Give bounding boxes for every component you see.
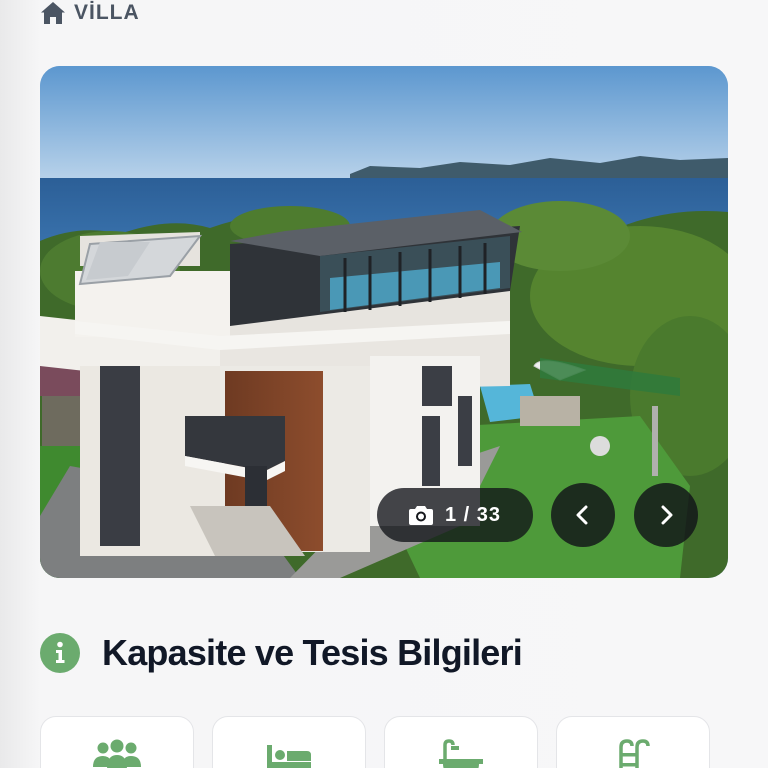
breadcrumb[interactable]: VİLLA — [40, 0, 140, 26]
info-icon — [40, 633, 80, 673]
photo-gallery[interactable]: 1 / 33 — [40, 66, 728, 578]
photo-counter: 1 / 33 — [377, 488, 533, 542]
feature-card-bedrooms[interactable] — [212, 716, 366, 768]
chevron-right-icon — [661, 505, 673, 525]
next-photo-button[interactable] — [634, 483, 698, 547]
feature-card-bathrooms[interactable] — [384, 716, 538, 768]
breadcrumb-label: VİLLA — [74, 1, 140, 24]
guests-icon — [93, 739, 141, 768]
feature-card-guests[interactable] — [40, 716, 194, 768]
camera-icon — [408, 506, 433, 525]
capacity-section-header: Kapasite ve Tesis Bilgileri — [40, 630, 523, 676]
section-title: Kapasite ve Tesis Bilgileri — [102, 632, 523, 673]
bath-icon — [439, 739, 483, 768]
feature-cards — [40, 716, 710, 768]
home-icon — [41, 2, 65, 24]
bed-icon — [267, 745, 311, 768]
prev-photo-button[interactable] — [551, 483, 615, 547]
photo-counter-text: 1 / 33 — [444, 503, 502, 526]
pool-icon — [619, 739, 650, 768]
feature-card-pool[interactable] — [556, 716, 710, 768]
chevron-left-icon — [576, 505, 588, 525]
